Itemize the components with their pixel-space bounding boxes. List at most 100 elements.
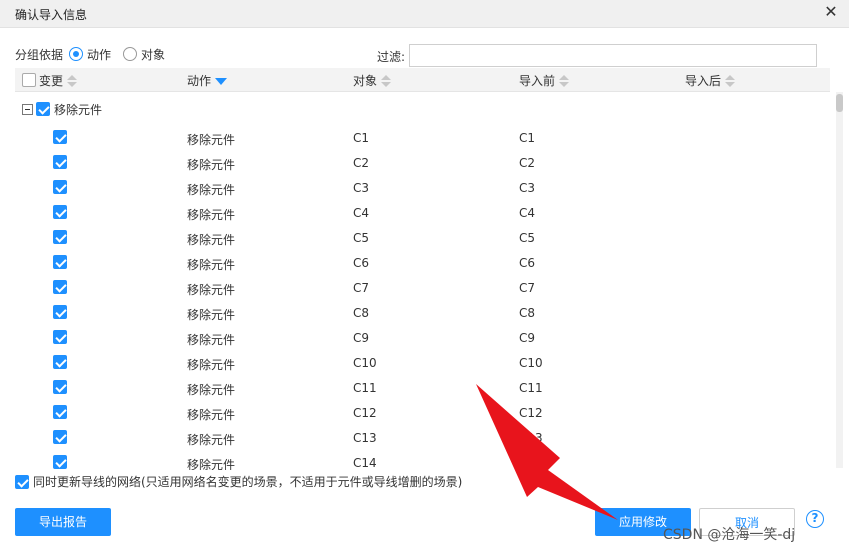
group-by-action-radio[interactable]: 动作 [69,46,111,63]
cell-object: C14 [353,456,377,470]
table-row[interactable]: 移除元件 C11 C11 [15,375,830,400]
sort-icon [381,74,392,87]
cell-object: C3 [353,181,370,195]
collapse-icon[interactable] [22,103,33,115]
dialog-titlebar: 确认导入信息 ✕ [0,0,849,28]
export-report-button[interactable]: 导出报告 [15,508,111,536]
row-checkbox[interactable] [53,230,67,244]
sort-icon [559,74,570,87]
vertical-scrollbar[interactable] [836,92,843,468]
group-label: 移除元件 [54,102,103,117]
cell-before: C2 [519,156,536,170]
cell-action: 移除元件 [187,258,236,272]
scrollbar-thumb[interactable] [836,94,843,112]
cell-action: 移除元件 [187,433,236,447]
table-row[interactable]: 移除元件 C6 C6 [15,250,830,275]
row-checkbox[interactable] [53,255,67,269]
column-header-action[interactable]: 动作 [187,72,228,89]
table-row[interactable]: 移除元件 C2 C2 [15,150,830,175]
column-label: 对象 [353,74,378,88]
cell-before: C7 [519,281,536,295]
cell-object: C2 [353,156,370,170]
cell-before: C9 [519,331,536,345]
cell-object: C5 [353,231,370,245]
cell-action: 移除元件 [187,408,236,422]
column-header-before[interactable]: 导入前 [519,72,570,89]
column-label: 导入前 [519,74,556,88]
row-checkbox[interactable] [53,380,67,394]
row-checkbox[interactable] [53,155,67,169]
row-checkbox[interactable] [53,130,67,144]
sort-icon [725,74,736,87]
filter-input[interactable] [409,44,817,67]
column-label: 变更 [39,74,64,88]
group-row[interactable]: 移除元件 [22,100,102,118]
column-header-change[interactable]: 变更 [39,72,78,89]
cell-before: C8 [519,306,536,320]
column-label: 动作 [187,74,212,88]
cell-before: C4 [519,206,536,220]
table-row[interactable]: 移除元件 C3 C3 [15,175,830,200]
filter-label: 过滤: [377,50,406,64]
cell-before: C5 [519,231,536,245]
cell-before: C3 [519,181,536,195]
radio-label: 动作 [87,47,112,62]
row-checkbox[interactable] [53,205,67,219]
dialog-title: 确认导入信息 [15,8,88,22]
column-header-after[interactable]: 导入后 [685,72,736,89]
cell-action: 移除元件 [187,133,236,147]
sync-network-checkbox[interactable] [15,474,29,489]
cell-object: C8 [353,306,370,320]
radio-dot-icon [69,47,84,61]
radio-dot-icon [123,47,138,61]
table-row[interactable]: 移除元件 C1 C1 [15,125,830,150]
row-checkbox[interactable] [53,430,67,444]
close-icon[interactable]: ✕ [823,4,839,20]
cell-action: 移除元件 [187,458,236,470]
row-checkbox[interactable] [53,330,67,344]
column-label: 导入后 [685,74,722,88]
cell-object: C12 [353,406,377,420]
sync-network-option[interactable]: 同时更新导线的网络(只适用网络名变更的场景，不适用于元件或导线增删的场景) [15,473,462,490]
row-checkbox[interactable] [53,405,67,419]
table-row[interactable]: 移除元件 C7 C7 [15,275,830,300]
cell-before: C13 [519,431,543,445]
table-row[interactable]: 移除元件 C12 C12 [15,400,830,425]
table-header: 变更 动作 对象 导入前 导入后 [15,68,830,92]
row-checkbox[interactable] [53,280,67,294]
cell-before: C11 [519,381,543,395]
row-checkbox[interactable] [53,355,67,369]
cell-action: 移除元件 [187,333,236,347]
table-row[interactable]: 移除元件 C4 C4 [15,200,830,225]
cell-object: C13 [353,431,377,445]
cell-object: C6 [353,256,370,270]
row-checkbox[interactable] [53,180,67,194]
table-row[interactable]: 移除元件 C14 C14 [15,450,830,470]
column-header-object[interactable]: 对象 [353,72,392,89]
row-checkbox[interactable] [53,455,67,469]
select-all-checkbox[interactable] [22,73,36,87]
cell-object: C11 [353,381,377,395]
help-icon[interactable]: ? [806,510,824,528]
cell-before: C10 [519,356,543,370]
sort-icon [67,74,78,87]
cell-before: C6 [519,256,536,270]
cell-before: C14 [519,456,543,470]
cell-action: 移除元件 [187,183,236,197]
table-row[interactable]: 移除元件 C10 C10 [15,350,830,375]
table-row[interactable]: 移除元件 C8 C8 [15,300,830,325]
cell-object: C4 [353,206,370,220]
row-checkbox[interactable] [53,305,67,319]
cell-object: C9 [353,331,370,345]
cell-object: C1 [353,131,370,145]
group-by-object-radio[interactable]: 对象 [123,46,165,63]
cell-object: C10 [353,356,377,370]
group-by-label: 分组依据 [15,47,64,62]
cell-action: 移除元件 [187,208,236,222]
cell-action: 移除元件 [187,233,236,247]
table-row[interactable]: 移除元件 C13 C13 [15,425,830,450]
table-row[interactable]: 移除元件 C9 C9 [15,325,830,350]
group-checkbox[interactable] [36,102,50,116]
table-row[interactable]: 移除元件 C5 C5 [15,225,830,250]
cell-before: C1 [519,131,536,145]
